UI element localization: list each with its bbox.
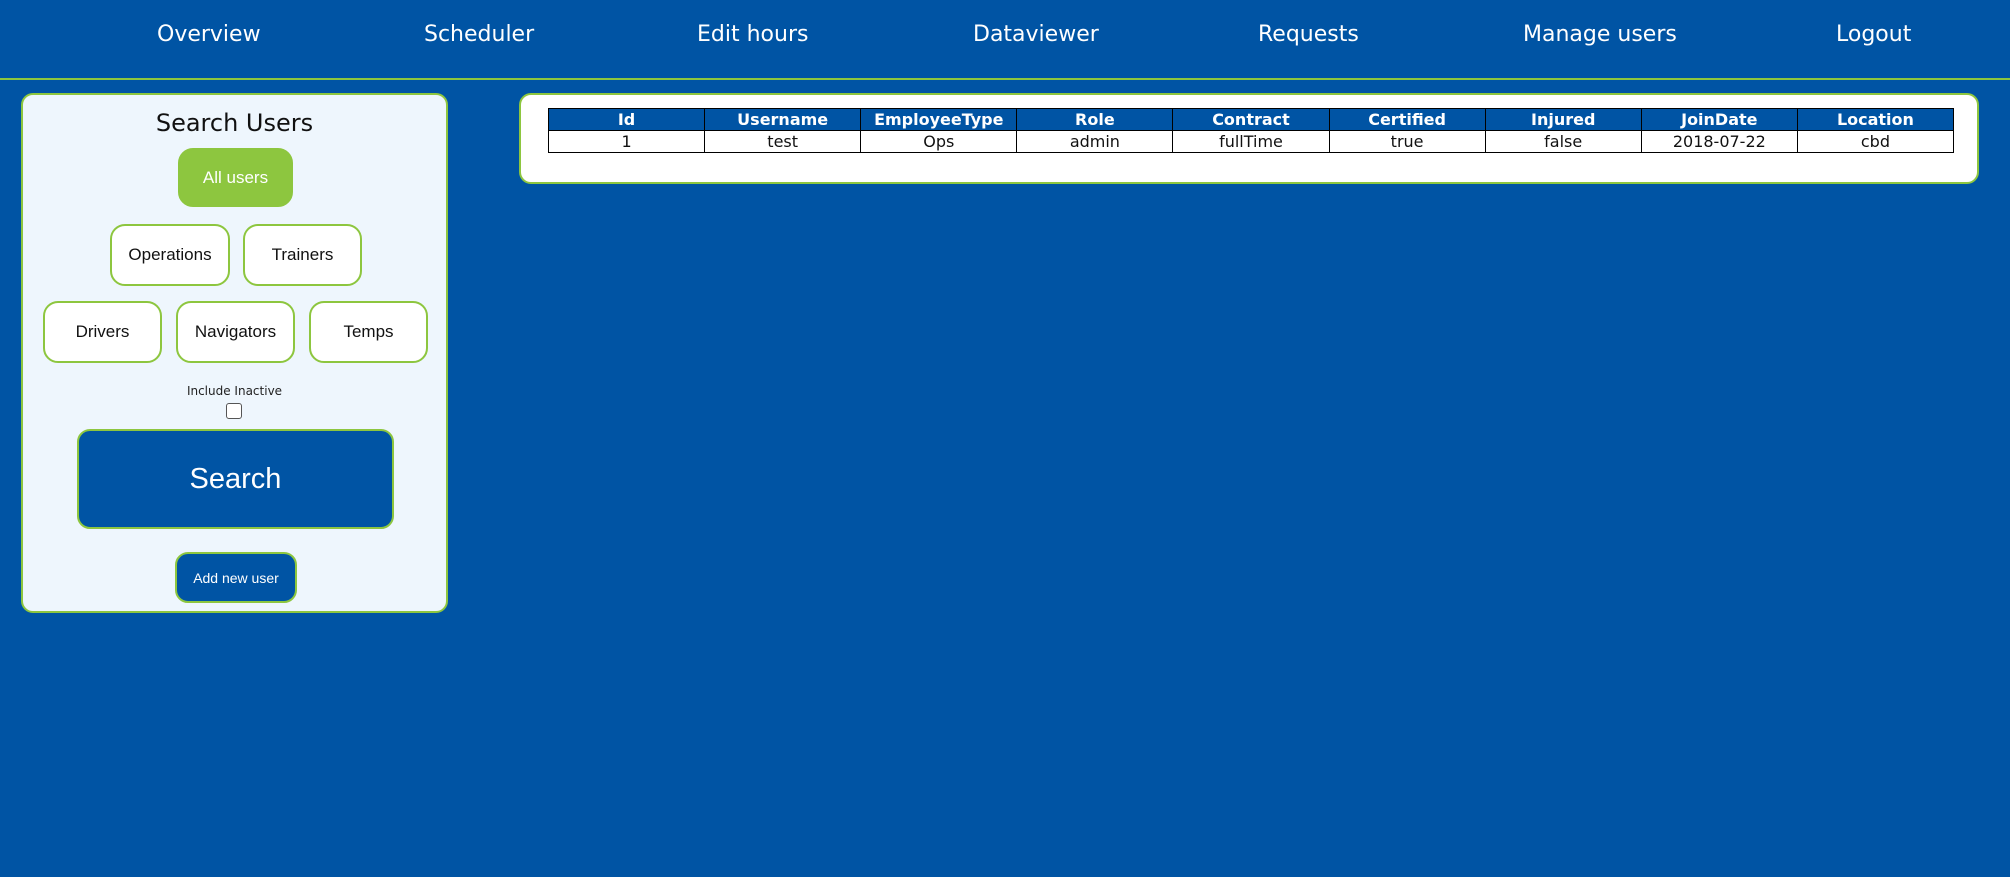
table-row[interactable]: 1 test Ops admin fullTime true false 201… xyxy=(547,130,1955,153)
cell-role: admin xyxy=(1016,130,1174,153)
nav-manage-users[interactable]: Manage users xyxy=(1523,20,1677,50)
search-button[interactable]: Search xyxy=(77,429,394,529)
filter-navigators-button[interactable]: Navigators xyxy=(176,301,295,363)
cell-username: test xyxy=(704,130,862,153)
column-header-injured[interactable]: Injured xyxy=(1484,108,1642,131)
include-inactive-label: Include Inactive xyxy=(186,384,283,398)
panel-title: Search Users xyxy=(155,109,314,137)
users-table: Id Username EmployeeType Role Contract C… xyxy=(547,108,1955,153)
filter-trainers-button[interactable]: Trainers xyxy=(243,224,362,286)
column-header-location[interactable]: Location xyxy=(1796,108,1955,131)
nav-requests[interactable]: Requests xyxy=(1258,20,1359,50)
nav-dataviewer[interactable]: Dataviewer xyxy=(973,20,1099,50)
filter-temps-button[interactable]: Temps xyxy=(309,301,428,363)
column-header-contract[interactable]: Contract xyxy=(1172,108,1330,131)
cell-contract: fullTime xyxy=(1172,130,1330,153)
column-header-employee-type[interactable]: EmployeeType xyxy=(860,108,1018,131)
filter-drivers-button[interactable]: Drivers xyxy=(43,301,162,363)
cell-location: cbd xyxy=(1796,130,1955,153)
cell-certified: true xyxy=(1328,130,1486,153)
column-header-username[interactable]: Username xyxy=(704,108,862,131)
column-header-role[interactable]: Role xyxy=(1016,108,1174,131)
nav-overview[interactable]: Overview xyxy=(157,20,261,50)
nav-logout[interactable]: Logout xyxy=(1836,20,1911,50)
include-inactive-checkbox[interactable] xyxy=(226,403,242,419)
column-header-certified[interactable]: Certified xyxy=(1328,108,1486,131)
results-panel: Id Username EmployeeType Role Contract C… xyxy=(519,93,1979,184)
column-header-join-date[interactable]: JoinDate xyxy=(1640,108,1798,131)
search-users-panel: Search Users All users Operations Traine… xyxy=(21,93,448,613)
column-header-id[interactable]: Id xyxy=(547,108,706,131)
cell-injured: false xyxy=(1484,130,1642,153)
add-new-user-button[interactable]: Add new user xyxy=(175,552,297,603)
nav-edit-hours[interactable]: Edit hours xyxy=(697,20,808,50)
cell-employee-type: Ops xyxy=(860,130,1018,153)
cell-join-date: 2018-07-22 xyxy=(1640,130,1798,153)
cell-id: 1 xyxy=(547,130,706,153)
filter-operations-button[interactable]: Operations xyxy=(110,224,230,286)
filter-all-users-button[interactable]: All users xyxy=(178,148,293,207)
table-header-row: Id Username EmployeeType Role Contract C… xyxy=(547,108,1955,131)
top-navbar: Overview Scheduler Edit hours Dataviewer… xyxy=(0,0,2010,80)
nav-scheduler[interactable]: Scheduler xyxy=(424,20,534,50)
